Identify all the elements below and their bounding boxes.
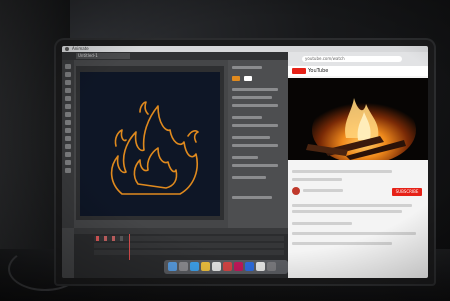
photoshop-icon[interactable] bbox=[245, 262, 254, 271]
comments-header bbox=[292, 222, 352, 225]
props-row bbox=[232, 144, 278, 147]
props-row bbox=[232, 136, 270, 139]
video-title-text bbox=[292, 170, 392, 173]
music-icon[interactable] bbox=[223, 262, 232, 271]
eyedropper-icon[interactable] bbox=[65, 144, 71, 149]
timeline-layer[interactable] bbox=[94, 250, 284, 255]
brush-tool-icon[interactable] bbox=[65, 120, 71, 125]
keyframe[interactable] bbox=[112, 236, 115, 241]
comment-line bbox=[292, 232, 416, 235]
text-tool-icon[interactable] bbox=[65, 96, 71, 101]
props-row bbox=[232, 164, 278, 167]
browser-toolbar: youtube.com/watch bbox=[288, 52, 428, 66]
video-player[interactable] bbox=[288, 78, 428, 160]
props-row bbox=[232, 88, 278, 91]
laptop-screen: Animate Untitled-1 youtube.com/watch You… bbox=[62, 46, 428, 278]
props-row bbox=[232, 196, 272, 199]
props-header bbox=[232, 66, 262, 69]
fill-color-swatch[interactable] bbox=[244, 76, 252, 81]
tools-panel bbox=[62, 60, 74, 228]
video-meta-text bbox=[292, 178, 342, 181]
pen-tool-icon[interactable] bbox=[65, 88, 71, 93]
description-line bbox=[292, 204, 412, 207]
document-tab[interactable]: Untitled-1 bbox=[76, 53, 130, 59]
props-row bbox=[232, 176, 266, 179]
dock bbox=[164, 260, 288, 274]
properties-panel bbox=[228, 60, 288, 228]
props-row bbox=[232, 124, 278, 127]
bone-tool-icon[interactable] bbox=[65, 128, 71, 133]
props-row bbox=[232, 104, 278, 107]
rectangle-tool-icon[interactable] bbox=[65, 112, 71, 117]
playhead[interactable] bbox=[129, 234, 130, 260]
site-name: YouTube bbox=[308, 68, 329, 74]
trash-icon[interactable] bbox=[267, 262, 276, 271]
hand-tool-icon[interactable] bbox=[65, 160, 71, 165]
finder-icon[interactable] bbox=[168, 262, 177, 271]
notes-icon[interactable] bbox=[201, 262, 210, 271]
stroke-color-swatch[interactable] bbox=[232, 76, 240, 81]
browser-window: youtube.com/watch YouTube SUBSCRIBE bbox=[288, 52, 428, 278]
zoom-tool-icon[interactable] bbox=[65, 168, 71, 173]
paint-bucket-icon[interactable] bbox=[65, 136, 71, 141]
props-row bbox=[232, 116, 262, 119]
preview-icon[interactable] bbox=[256, 262, 265, 271]
keyframe[interactable] bbox=[104, 236, 107, 241]
eraser-icon[interactable] bbox=[65, 152, 71, 157]
animation-app-window: Untitled-1 bbox=[62, 52, 288, 278]
safari-icon[interactable] bbox=[190, 262, 199, 271]
launchpad-icon[interactable] bbox=[179, 262, 188, 271]
timeline-layer[interactable] bbox=[94, 243, 284, 248]
keyframe[interactable] bbox=[120, 236, 123, 241]
transform-tool-icon[interactable] bbox=[65, 80, 71, 85]
description-line bbox=[292, 210, 402, 213]
document-tab-bar: Untitled-1 bbox=[62, 52, 288, 60]
channel-avatar[interactable] bbox=[292, 187, 300, 195]
subscribe-button[interactable]: SUBSCRIBE bbox=[392, 188, 422, 196]
selection-tool-icon[interactable] bbox=[65, 64, 71, 69]
flame-drawing[interactable] bbox=[80, 72, 220, 216]
apple-icon[interactable] bbox=[65, 47, 69, 51]
subselect-tool-icon[interactable] bbox=[65, 72, 71, 77]
site-header: YouTube bbox=[288, 66, 428, 76]
stage-canvas[interactable] bbox=[80, 72, 220, 216]
animate-app-icon[interactable] bbox=[234, 262, 243, 271]
comment-line bbox=[292, 242, 392, 245]
timeline-header bbox=[74, 228, 288, 234]
channel-name-text bbox=[303, 189, 343, 192]
props-row bbox=[232, 156, 258, 159]
address-bar[interactable]: youtube.com/watch bbox=[302, 56, 402, 62]
calendar-icon[interactable] bbox=[212, 262, 221, 271]
campfire-video-frame bbox=[288, 78, 428, 160]
keyframe[interactable] bbox=[96, 236, 99, 241]
stage-area bbox=[76, 66, 224, 220]
props-row bbox=[232, 96, 272, 99]
line-tool-icon[interactable] bbox=[65, 104, 71, 109]
youtube-logo-icon[interactable] bbox=[292, 68, 306, 74]
